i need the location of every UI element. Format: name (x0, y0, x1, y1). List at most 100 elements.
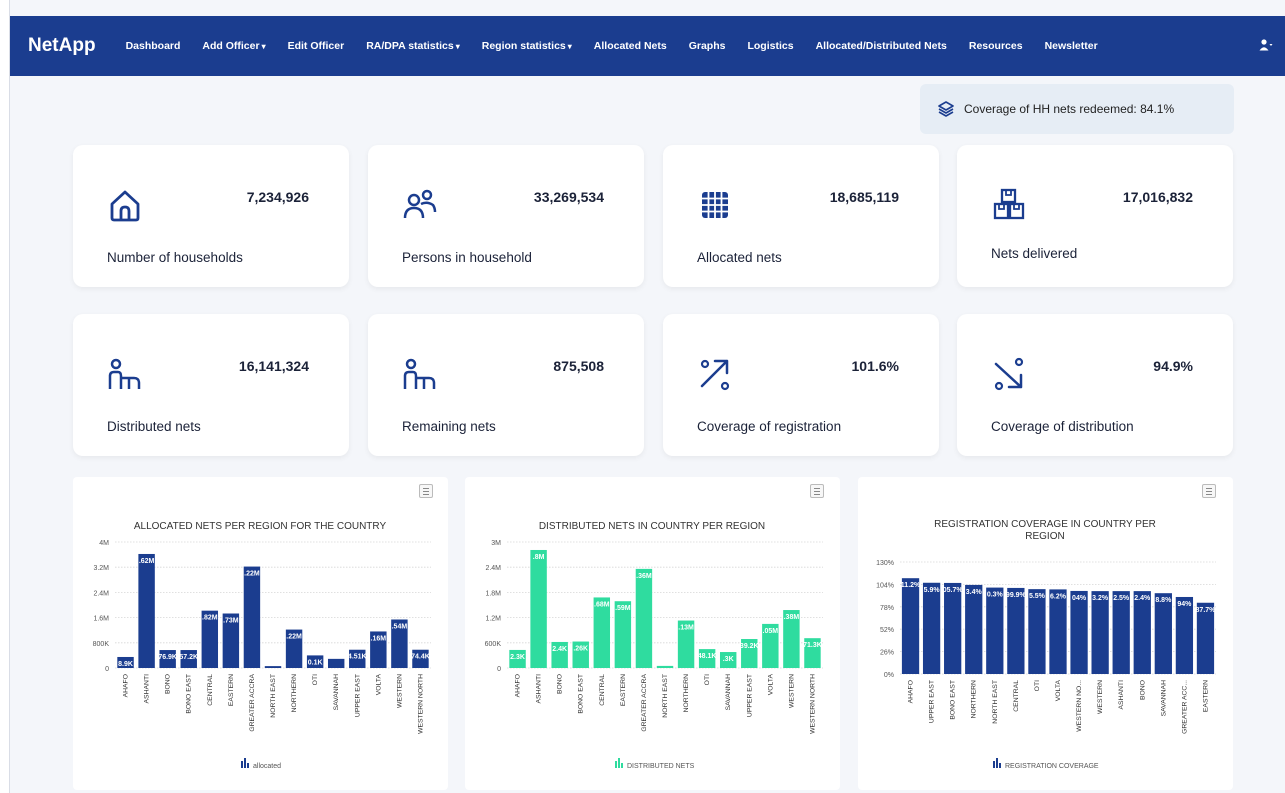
x-category-label: WESTERN (1097, 680, 1104, 714)
x-category-label: BONO (165, 674, 172, 694)
bar-data-label: 8.9K (118, 661, 133, 668)
stat-label: Remaining nets (402, 419, 496, 434)
caret-down-icon: ▾ (567, 42, 572, 51)
bar-data-label: 57.2K (179, 654, 198, 661)
chart-bar[interactable] (656, 665, 674, 668)
bar-data-label: .3K (723, 656, 734, 663)
x-category-label: EASTERN (228, 674, 235, 706)
x-category-label: BONO (557, 674, 564, 694)
chart-bar[interactable] (1133, 591, 1151, 674)
nav-item-dashboard[interactable]: Dashboard (126, 40, 181, 52)
stat-card-persons-in-household: 33,269,534 Persons in household (368, 145, 644, 287)
stat-value: 16,141,324 (238, 358, 309, 374)
x-category-label: UPPER EAST (929, 680, 936, 723)
chart-bar[interactable] (901, 578, 920, 674)
x-category-label: GREATER ACC... (1181, 680, 1188, 734)
bar-data-label: .68M (594, 601, 610, 608)
x-category-label: NORTH EAST (270, 674, 277, 718)
brand-logo[interactable]: NetApp (28, 35, 96, 57)
x-category-label: WESTERN (788, 674, 795, 708)
chart-bar[interactable] (138, 553, 155, 668)
x-category-label: AHAFO (515, 674, 522, 697)
chart-legend[interactable]: DISTRIBUTED NETS (615, 758, 695, 770)
y-tick-label: 0 (105, 666, 109, 673)
stat-value: 18,685,119 (829, 189, 899, 205)
bar-data-label: 39.2K (740, 643, 759, 650)
stat-value: 101.6% (851, 358, 899, 374)
nav-item-graphs[interactable]: Graphs (689, 40, 726, 52)
nav-item-logistics[interactable]: Logistics (747, 40, 793, 52)
chart-bar[interactable] (530, 549, 547, 668)
stat-label: Allocated nets (697, 250, 782, 265)
chart-bar[interactable] (922, 582, 941, 674)
legend-label: REGISTRATION COVERAGE (1005, 763, 1099, 770)
user-icon (1259, 38, 1273, 50)
nav-item-ra-dpa-statistics[interactable]: RA/DPA statistics ▾ (366, 40, 460, 52)
chart-menu-button[interactable] (810, 484, 824, 498)
user-menu-icon[interactable] (1259, 38, 1273, 54)
coverage-redeemed-text: Coverage of HH nets redeemed: 84.1% (964, 102, 1175, 116)
x-category-label: OTI (312, 674, 319, 685)
chart-bar[interactable] (1175, 596, 1194, 674)
chart-bar[interactable] (1154, 593, 1172, 674)
nav-item-allocated-nets[interactable]: Allocated Nets (594, 40, 667, 52)
bar-data-label: 0.1K (308, 659, 323, 666)
bar-data-label: .62M (139, 558, 155, 565)
x-category-label: BONO EAST (950, 680, 957, 720)
bar-data-label: 0.3% (987, 592, 1004, 599)
x-category-label: BONO EAST (578, 674, 585, 714)
bar-data-label: 2.5% (1113, 595, 1130, 602)
nav-item-allocated-distributed-nets[interactable]: Allocated/Distributed Nets (816, 40, 947, 52)
bar-data-label: 76.9K (158, 654, 177, 661)
bar-data-label: 6.2% (1050, 593, 1067, 600)
chart-bar[interactable] (1091, 591, 1109, 674)
x-category-label: GREATER ACCRA (641, 674, 648, 732)
caret-down-icon: ▾ (261, 42, 266, 51)
chart-bar[interactable] (944, 582, 962, 674)
x-category-label: AHAFO (908, 680, 915, 703)
x-category-label: CENTRAL (1013, 680, 1020, 712)
nav-item-region-statistics[interactable]: Region statistics ▾ (482, 40, 572, 52)
y-tick-label: 600K (485, 641, 502, 648)
y-tick-label: 26% (880, 650, 894, 657)
nav-item-resources[interactable]: Resources (969, 40, 1023, 52)
bar-data-label: 99.9% (1006, 592, 1027, 599)
bar-data-label: 05.7% (943, 587, 964, 594)
chart-bar[interactable] (327, 658, 345, 668)
bar-data-label: .22M (286, 634, 302, 641)
stat-label: Nets delivered (991, 246, 1078, 261)
nav-item-edit-officer[interactable]: Edit Officer (288, 40, 345, 52)
legend-swatch (247, 763, 249, 768)
chart-bar[interactable] (1112, 591, 1130, 674)
bar-data-label: .82M (202, 615, 218, 622)
chart-bar[interactable] (1070, 590, 1088, 674)
chart-menu-button[interactable] (1202, 484, 1216, 498)
y-tick-label: 104% (876, 582, 894, 589)
x-category-label: SAVANNAH (333, 674, 340, 710)
top-navbar: NetApp Dashboard Add Officer ▾ Edit Officer… (10, 16, 1285, 76)
chart-title-line: REGISTRATION COVERAGE IN COUNTRY PER (934, 519, 1156, 530)
chart-bar[interactable] (965, 584, 983, 674)
chart-title: ALLOCATED NETS PER REGION FOR THE COUNTR… (134, 521, 387, 532)
chart-bar[interactable] (243, 566, 261, 668)
chart-bar[interactable] (1007, 587, 1025, 674)
registration-coverage-chart: REGISTRATION COVERAGE IN COUNTRY PER REGI… (876, 519, 1216, 770)
chart-legend[interactable]: REGISTRATION COVERAGE (993, 758, 1099, 770)
chart-bar[interactable] (1049, 589, 1067, 674)
bar-data-label: .59M (615, 605, 631, 612)
nav-item-newsletter[interactable]: Newsletter (1045, 40, 1098, 52)
bar-data-label: 5.9% (924, 587, 941, 594)
chart-bar[interactable] (635, 568, 653, 668)
bar-data-label: 2.4K (552, 646, 567, 653)
chart-bar[interactable] (986, 587, 1004, 674)
chart-legend[interactable]: allocated (241, 758, 281, 770)
nav-item-add-officer[interactable]: Add Officer ▾ (202, 40, 265, 52)
x-category-label: WESTERN NORTH (809, 674, 816, 734)
chart-bar[interactable] (1028, 589, 1046, 674)
legend-label: DISTRIBUTED NETS (627, 763, 695, 770)
chart-bar[interactable] (264, 666, 282, 668)
x-category-label: VOLTA (375, 674, 382, 696)
bar-data-label: .8M (533, 554, 545, 561)
chart-menu-button[interactable] (419, 484, 433, 498)
x-category-label: NORTHERN (971, 680, 978, 718)
